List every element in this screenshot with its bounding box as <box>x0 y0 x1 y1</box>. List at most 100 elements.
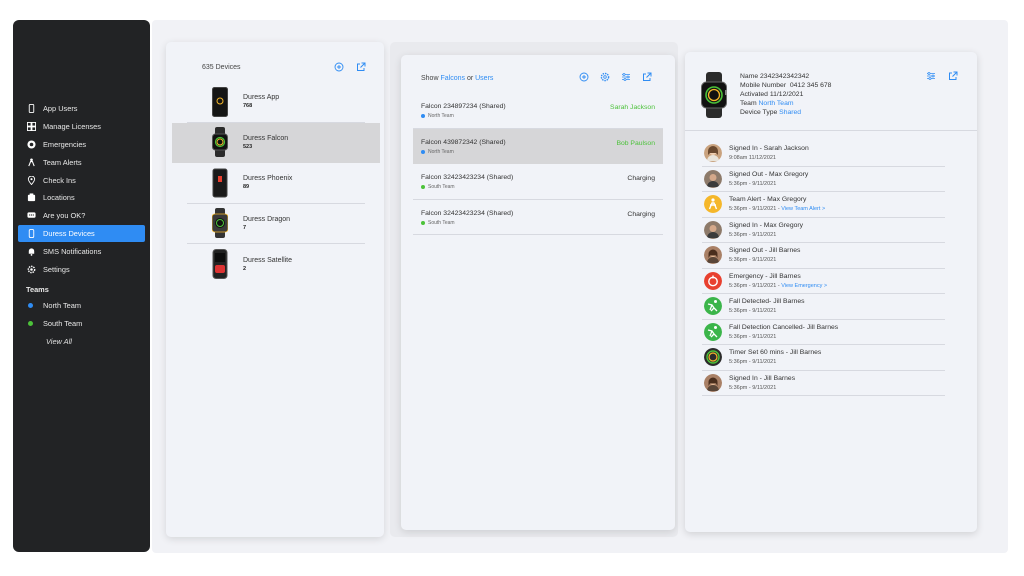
show-users-link[interactable]: Users <box>475 75 493 82</box>
activity-item[interactable]: Signed In - Max Gregory 5:36pm - 9/11/20… <box>702 218 945 243</box>
falcons-panel: Show Falcons or Users Falcon 234897234 (… <box>401 55 675 530</box>
mobile-label: Mobile Number <box>740 82 787 89</box>
device-row-satellite[interactable]: Duress Satellite 2 <box>187 244 365 285</box>
sidebar-item-label: Check Ins <box>43 175 76 185</box>
filter-sliders-icon[interactable] <box>926 71 936 81</box>
device-type-label: Device Type <box>740 109 778 116</box>
add-icon[interactable] <box>334 62 344 72</box>
show-label: Show <box>421 75 439 82</box>
sidebar-item-manage-licenses[interactable]: Manage Licenses <box>18 118 145 136</box>
sidebar-nav: App Users Manage Licenses Emergencies Te… <box>18 100 145 350</box>
falcon-name: Falcon 439872342 (Shared) <box>421 138 506 146</box>
device-count-value: 89 <box>243 184 250 191</box>
activity-title: Emergency - Jill Barnes <box>729 272 801 280</box>
sidebar-item-locations[interactable]: Locations <box>18 189 145 207</box>
team-dot-icon <box>28 321 33 327</box>
device-type-row: Device Type Shared <box>740 108 831 117</box>
team-dot-icon <box>421 114 425 118</box>
external-link-icon[interactable] <box>948 71 958 81</box>
activity-title: Signed Out - Max Gregory <box>729 170 809 178</box>
fall-icon <box>704 297 722 315</box>
activity-time: 5:36pm - 9/11/2021 <box>729 180 777 187</box>
device-info: Name 2342342342342 Mobile Number 0412 34… <box>740 72 831 117</box>
falcon-team: North Team <box>421 113 454 119</box>
activity-item[interactable]: Team Alert - Max Gregory 5:36pm - 9/11/2… <box>702 192 945 218</box>
filter-sliders-icon[interactable] <box>621 72 631 82</box>
device-row-falcon[interactable]: Duress Falcon 523 <box>172 122 380 163</box>
sidebar-item-duress-devices[interactable]: Duress Devices <box>18 224 145 243</box>
divider <box>685 130 977 131</box>
activity-list: Signed In - Sarah Jackson 9:08am 11/12/2… <box>702 141 945 396</box>
external-link-icon[interactable] <box>356 62 366 72</box>
view-team-alert-link[interactable]: View Team Alert > <box>781 206 825 212</box>
activity-item[interactable]: Timer Set 60 mins - Jill Barnes 5:36pm -… <box>702 345 945 371</box>
sidebar-item-settings[interactable]: Settings <box>18 260 145 278</box>
external-link-icon[interactable] <box>642 72 652 82</box>
locations-icon <box>26 193 36 203</box>
sidebar-team-south[interactable]: South Team <box>18 315 145 333</box>
show-falcons-link[interactable]: Falcons <box>440 75 465 82</box>
falcon-team: South Team <box>421 184 455 190</box>
sidebar-item-label: Settings <box>43 264 70 274</box>
sidebar-item-check-ins[interactable]: Check Ins <box>18 171 145 189</box>
device-name: Duress Dragon <box>243 215 291 223</box>
activity-title: Team Alert - Max Gregory <box>729 196 807 203</box>
activity-time: 5:36pm - 9/11/2021 - View Emergency > <box>729 283 827 289</box>
falcon-row[interactable]: Falcon 32423423234 (Shared) South Team C… <box>413 200 663 235</box>
activity-item[interactable]: Signed Out - Jill Barnes 5:36pm - 9/11/2… <box>702 243 945 269</box>
activity-item[interactable]: Emergency - Jill Barnes 5:36pm - 9/11/20… <box>702 269 945 294</box>
activity-time: 9:08am 11/12/2021 <box>729 155 776 161</box>
team-link[interactable]: North Team <box>759 100 794 107</box>
device-type-list: Duress App 768 Duress Falcon 523 Duress … <box>172 82 380 285</box>
timer-icon <box>704 348 722 366</box>
device-row-phoenix[interactable]: Duress Phoenix 89 <box>187 163 365 204</box>
sidebar-item-team-alerts[interactable]: Team Alerts <box>18 153 145 171</box>
emergency-icon <box>704 271 722 290</box>
device-row-app[interactable]: Duress App 768 <box>187 82 365 123</box>
phoenix-device-image <box>212 168 228 198</box>
activity-time: 5:36pm - 9/11/2021 <box>729 308 777 314</box>
team-row: Team North Team <box>740 99 831 108</box>
sidebar-item-emergencies[interactable]: Emergencies <box>18 136 145 154</box>
mobile-value: 0412 345 678 <box>789 82 832 89</box>
falcon-team-label: South Team <box>428 219 455 226</box>
sidebar-team-north[interactable]: North Team <box>18 297 145 315</box>
activity-time: 5:36pm - 9/11/2021 <box>729 231 777 238</box>
activity-item[interactable]: Signed Out - Max Gregory 5:36pm - 9/11/2… <box>702 167 945 192</box>
view-emergency-link[interactable]: View Emergency > <box>781 283 827 289</box>
device-count-value: 2 <box>243 265 247 272</box>
show-filter: Show Falcons or Users <box>421 75 493 82</box>
falcons-toolbar <box>579 72 652 82</box>
falcon-row[interactable]: Falcon 234897234 (Shared) North Team Sar… <box>413 93 663 129</box>
falcon-name: Falcon 32423423234 (Shared) <box>421 209 514 217</box>
falcon-row[interactable]: Falcon 32423423234 (Shared) South Team C… <box>413 164 663 200</box>
device-type-link[interactable]: Shared <box>779 109 801 116</box>
satellite-device-image <box>212 249 228 280</box>
activity-item[interactable]: Fall Detection Cancelled- Jill Barnes 5:… <box>702 320 945 345</box>
device-row-dragon[interactable]: Duress Dragon 7 <box>187 204 365 244</box>
falcon-team-label: South Team <box>428 184 455 190</box>
device-name: Duress App <box>243 94 280 102</box>
view-all-teams-link[interactable]: View All <box>18 333 145 351</box>
activated-row: Activated 11/12/2021 <box>740 90 831 99</box>
bell-icon <box>26 246 36 256</box>
falcon-status: Charging <box>627 210 655 218</box>
sidebar-item-label: Locations <box>43 193 75 203</box>
activity-item[interactable]: Signed In - Sarah Jackson 9:08am 11/12/2… <box>702 141 945 167</box>
add-icon[interactable] <box>579 72 589 82</box>
sidebar-item-are-you-ok[interactable]: Are you OK? <box>18 207 145 225</box>
team-dot-icon <box>421 149 425 154</box>
sidebar-item-sms-notifications[interactable]: SMS Notifications <box>18 242 145 260</box>
sidebar-item-label: Duress Devices <box>43 228 95 238</box>
activity-item[interactable]: Signed In - Jill Barnes 5:36pm - 9/11/20… <box>702 371 945 396</box>
falcon-row[interactable]: Falcon 439872342 (Shared) North Team Bob… <box>413 128 663 164</box>
activity-time: 5:36pm - 9/11/2021 <box>729 333 777 340</box>
activity-item[interactable]: Fall Detected- Jill Barnes 5:36pm - 9/11… <box>702 294 945 320</box>
sidebar-item-label: Are you OK? <box>43 211 86 221</box>
avatar-max <box>704 169 722 188</box>
activity-title: Signed In - Max Gregory <box>729 221 804 229</box>
settings-icon[interactable] <box>600 72 610 82</box>
device-count: 635 Devices <box>202 64 241 71</box>
device-name-row: Name 2342342342342 <box>740 72 831 81</box>
sidebar-item-app-users[interactable]: App Users <box>18 100 145 118</box>
